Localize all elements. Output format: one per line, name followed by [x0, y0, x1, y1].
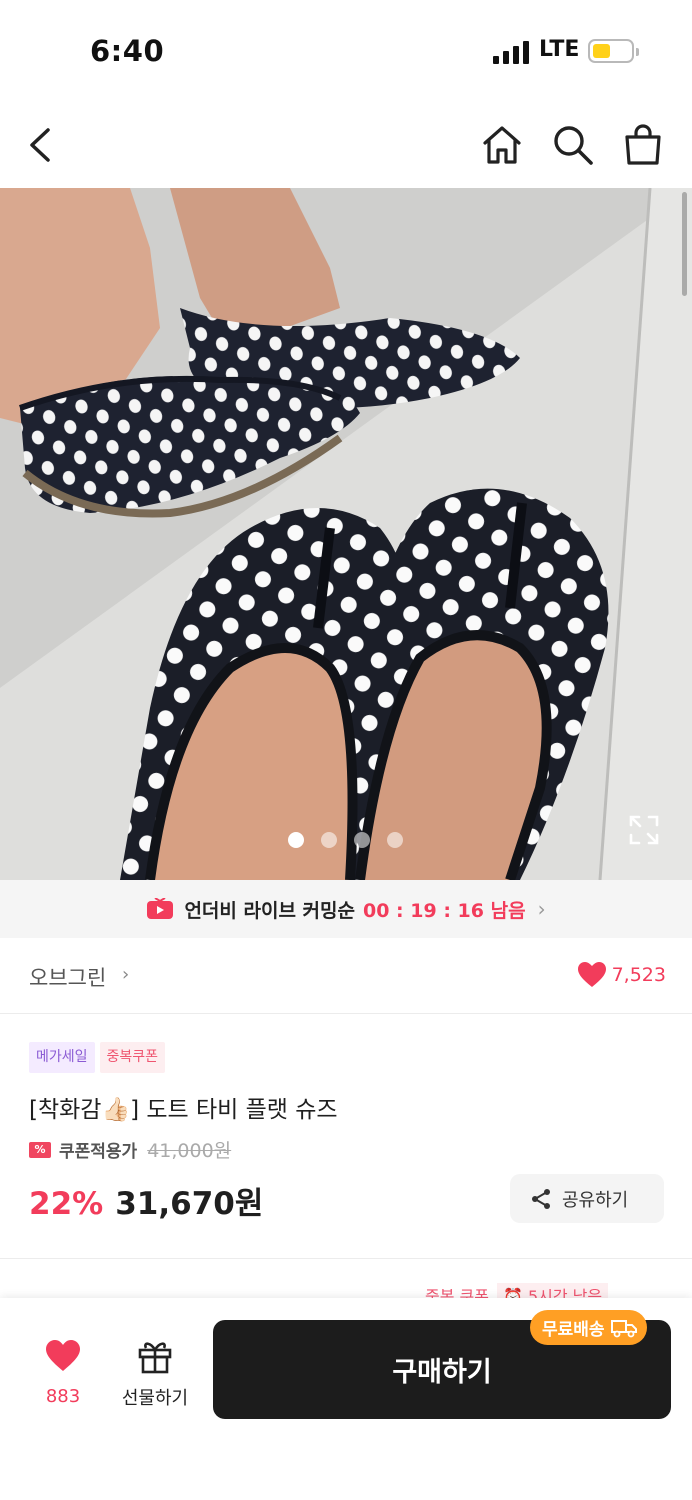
carousel-dot[interactable]	[354, 832, 370, 848]
product-photo	[0, 188, 692, 880]
brand-name[interactable]: 오브그린	[29, 962, 106, 992]
free-shipping-badge: 무료배송	[530, 1310, 647, 1345]
carousel-dot[interactable]	[288, 832, 304, 848]
live-banner-text: 언더비 라이브 커밍순	[184, 899, 355, 922]
coupon-icon: %	[29, 1141, 51, 1158]
battery-icon	[588, 39, 639, 63]
carousel-dot[interactable]	[321, 832, 337, 848]
coupon-label: 쿠폰적용가	[59, 1142, 138, 1162]
brand-like-count: 7,523	[611, 964, 666, 986]
product-title: [착화감👍🏻] 도트 타비 플랫 슈즈	[29, 1097, 338, 1123]
chevron-right-icon[interactable]: ›	[122, 964, 129, 985]
price-row: 22% 31,670원	[29, 1178, 263, 1223]
discount-rate: 22%	[29, 1186, 104, 1222]
carousel-dot[interactable]	[387, 832, 403, 848]
free-shipping-label: 무료배송	[542, 1320, 605, 1340]
search-icon[interactable]	[550, 122, 596, 168]
wishlist-count: 883	[45, 1386, 81, 1407]
live-tv-icon	[147, 898, 174, 919]
status-bar: 6:40 LTE	[0, 0, 692, 100]
chevron-right-icon: ›	[537, 897, 546, 921]
section-divider	[0, 1258, 692, 1259]
badge-duplicate-coupon: 중복쿠폰	[99, 1042, 166, 1073]
status-time: 6:40	[90, 34, 165, 68]
scrollbar[interactable]	[682, 192, 687, 296]
product-badges: 메가세일 중복쿠폰	[29, 1042, 166, 1073]
heart-icon	[46, 1340, 80, 1371]
back-icon[interactable]	[18, 122, 64, 168]
brand-like[interactable]: 7,523	[577, 962, 666, 988]
truck-icon	[610, 1319, 637, 1337]
live-countdown: 00 : 19 : 16 남음	[363, 899, 526, 922]
badge-mega-sale: 메가세일	[29, 1042, 95, 1073]
expand-icon[interactable]	[628, 814, 660, 846]
product-image-carousel[interactable]	[0, 188, 692, 880]
brand-row: 오브그린 › 7,523	[0, 938, 692, 1014]
share-button[interactable]: 공유하기	[510, 1174, 664, 1223]
wishlist-button[interactable]: 883	[40, 1340, 86, 1407]
gift-icon	[138, 1342, 172, 1374]
heart-icon	[577, 962, 606, 987]
gift-button[interactable]: 선물하기	[117, 1338, 193, 1410]
share-icon	[532, 1188, 550, 1209]
sale-price: 31,670원	[115, 1186, 264, 1222]
share-label: 공유하기	[562, 1189, 629, 1211]
gift-label: 선물하기	[121, 1388, 189, 1409]
shopping-bag-icon[interactable]	[620, 122, 666, 168]
live-banner[interactable]: 언더비 라이브 커밍순 00 : 19 : 16 남음 ›	[0, 880, 692, 938]
coupon-price-row: % 쿠폰적용가 41,000원	[29, 1136, 231, 1163]
network-label: LTE	[539, 37, 580, 62]
home-icon[interactable]	[479, 122, 525, 168]
original-price: 41,000원	[147, 1140, 232, 1162]
carousel-indicator	[288, 832, 403, 848]
signal-icon	[493, 40, 529, 64]
